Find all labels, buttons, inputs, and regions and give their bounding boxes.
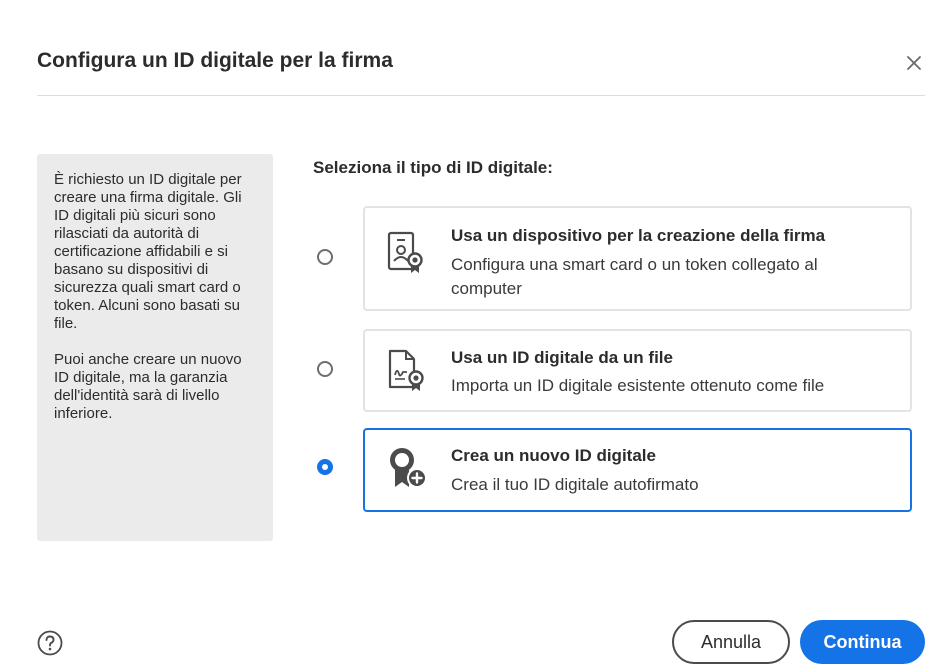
digital-id-dialog: Configura un ID digitale per la firma È …	[0, 0, 940, 672]
option-digital-id-file-description: Importa un ID digitale esistente ottenut…	[451, 376, 825, 395]
cancel-button[interactable]: Annulla	[672, 620, 790, 664]
close-icon[interactable]	[903, 52, 925, 74]
option-digital-id-file[interactable]: Usa un ID digitale da un file Importa un…	[363, 329, 912, 412]
radio-signature-device[interactable]	[317, 249, 333, 265]
option-signature-device-description: Configura una smart card o un token coll…	[451, 255, 818, 298]
close-button[interactable]	[903, 52, 925, 74]
help-icon[interactable]	[37, 630, 63, 656]
smart-card-device-icon	[387, 230, 427, 273]
option-new-digital-id-title: Crea un nuovo ID digitale	[451, 446, 656, 465]
option-new-digital-id-description: Crea il tuo ID digitale autofirmato	[451, 475, 699, 494]
title-divider	[37, 95, 925, 96]
dialog-title: Configura un ID digitale per la firma	[37, 49, 393, 72]
radio-digital-id-file[interactable]	[317, 361, 333, 377]
option-signature-device-title: Usa un dispositivo per la creazione dell…	[451, 226, 826, 245]
help-button[interactable]	[37, 630, 63, 656]
certificate-file-icon	[387, 348, 427, 391]
info-paragraph-self-signed: Puoi anche creare un nuovo ID digitale, …	[54, 351, 242, 422]
info-paragraph-certificates: È richiesto un ID digitale per creare un…	[54, 171, 242, 332]
option-new-digital-id[interactable]: Crea un nuovo ID digitale Crea il tuo ID…	[363, 428, 912, 512]
id-type-label: Seleziona il tipo di ID digitale:	[313, 158, 553, 177]
new-badge-add-icon	[387, 445, 427, 488]
continue-button[interactable]: Continua	[800, 620, 925, 664]
radio-new-digital-id[interactable]	[317, 459, 333, 475]
option-digital-id-file-title: Usa un ID digitale da un file	[451, 348, 673, 367]
option-signature-device[interactable]: Usa un dispositivo per la creazione dell…	[363, 206, 912, 311]
info-panel: È richiesto un ID digitale per creare un…	[37, 154, 273, 541]
